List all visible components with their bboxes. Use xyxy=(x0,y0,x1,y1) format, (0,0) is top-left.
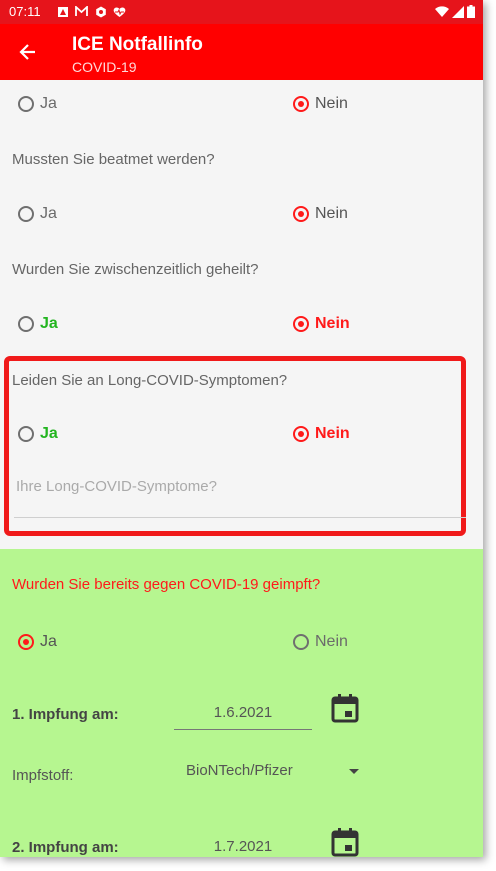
health-heart-icon xyxy=(113,5,126,18)
radio-circle xyxy=(293,206,309,222)
radio-label: Nein xyxy=(315,633,348,650)
second-dose-date-field[interactable]: 1.7.2021 xyxy=(174,832,312,857)
radio-label: Ja xyxy=(40,95,57,112)
calendar-icon[interactable] xyxy=(331,827,359,857)
calendar-icon[interactable] xyxy=(331,693,359,723)
radio-circle xyxy=(293,634,309,650)
wifi-icon xyxy=(435,5,449,21)
radio-circle xyxy=(18,96,34,112)
app-subtitle: COVID-19 xyxy=(72,59,137,75)
question-label-healed: Wurden Sie zwischenzeitlich geheilt? xyxy=(12,261,259,278)
input-placeholder: Ihre Long-COVID-Symptome? xyxy=(16,478,217,495)
second-dose-label: 2. Impfung am: xyxy=(12,839,119,856)
radio-label: Nein xyxy=(315,95,348,112)
question-label-long-covid: Leiden Sie an Long-COVID-Symptomen? xyxy=(12,372,288,389)
radio-ja[interactable]: Ja xyxy=(18,205,57,223)
radio-group-previous-question: Ja Nein xyxy=(0,87,483,123)
radio-label: Nein xyxy=(315,205,348,222)
radio-nein[interactable]: Nein xyxy=(293,315,350,333)
radio-circle xyxy=(18,634,34,650)
app-bar: ICE Notfallinfo COVID-19 xyxy=(0,24,483,80)
gmail-icon xyxy=(75,5,88,18)
dropdown-arrow-icon xyxy=(349,769,359,774)
arrow-back-icon xyxy=(19,44,35,60)
radio-label: Ja xyxy=(40,425,58,442)
radio-label: Ja xyxy=(40,315,58,332)
radio-circle xyxy=(18,426,34,442)
vaccine-label: Impfstoff: xyxy=(12,767,74,784)
long-covid-symptoms-input[interactable]: Ihre Long-COVID-Symptome? xyxy=(14,474,466,518)
radio-label: Ja xyxy=(40,633,57,650)
radio-circle xyxy=(293,426,309,442)
phone-screen: 07:11 ICE Notfallinfo COVID-19 Ja Nein M… xyxy=(0,0,483,857)
radio-vaccinated-nein[interactable]: Nein xyxy=(293,633,348,651)
app-title: ICE Notfallinfo xyxy=(72,34,203,55)
vaccine-dropdown[interactable]: BioNTech/Pfizer xyxy=(186,762,362,790)
radio-group-long-covid: Ja Nein xyxy=(0,417,483,453)
radio-label: Nein xyxy=(315,425,350,442)
status-time: 07:11 xyxy=(9,4,41,19)
radio-group-ventilated: Ja Nein xyxy=(0,197,483,233)
radio-ja[interactable]: Ja xyxy=(18,315,58,333)
radio-circle xyxy=(18,206,34,222)
first-dose-date-field[interactable]: 1.6.2021 xyxy=(174,698,312,730)
first-dose-label: 1. Impfung am: xyxy=(12,706,119,723)
radio-circle xyxy=(293,316,309,332)
radio-label: Nein xyxy=(315,315,350,332)
radio-nein[interactable]: Nein xyxy=(293,205,348,223)
radio-nein[interactable]: Nein xyxy=(293,95,348,113)
radio-ja[interactable]: Ja xyxy=(18,95,57,113)
form-content: Ja Nein Mussten Sie beatmet werden? Ja N… xyxy=(0,80,483,857)
radio-nein[interactable]: Nein xyxy=(293,425,350,443)
vaccine-selected-value: BioNTech/Pfizer xyxy=(186,762,293,779)
back-button[interactable] xyxy=(14,38,42,66)
radio-group-healed: Ja Nein xyxy=(0,307,483,343)
question-label-ventilated: Mussten Sie beatmet werden? xyxy=(12,151,215,168)
radio-ja[interactable]: Ja xyxy=(18,425,58,443)
vaccination-section: Wurden Sie bereits gegen COVID-19 geimpf… xyxy=(0,549,483,857)
radio-vaccinated-ja[interactable]: Ja xyxy=(18,633,57,651)
status-notification-icons xyxy=(56,5,126,18)
signal-icon xyxy=(452,5,464,21)
radio-label: Ja xyxy=(40,205,57,222)
alarm-icon xyxy=(56,5,69,18)
vaccination-question: Wurden Sie bereits gegen COVID-19 geimpf… xyxy=(12,576,321,593)
status-bar: 07:11 xyxy=(0,0,483,24)
radio-circle xyxy=(18,316,34,332)
battery-icon xyxy=(467,5,475,21)
status-system-icons xyxy=(435,5,475,21)
settings-gear-icon xyxy=(94,5,107,18)
radio-circle xyxy=(293,96,309,112)
